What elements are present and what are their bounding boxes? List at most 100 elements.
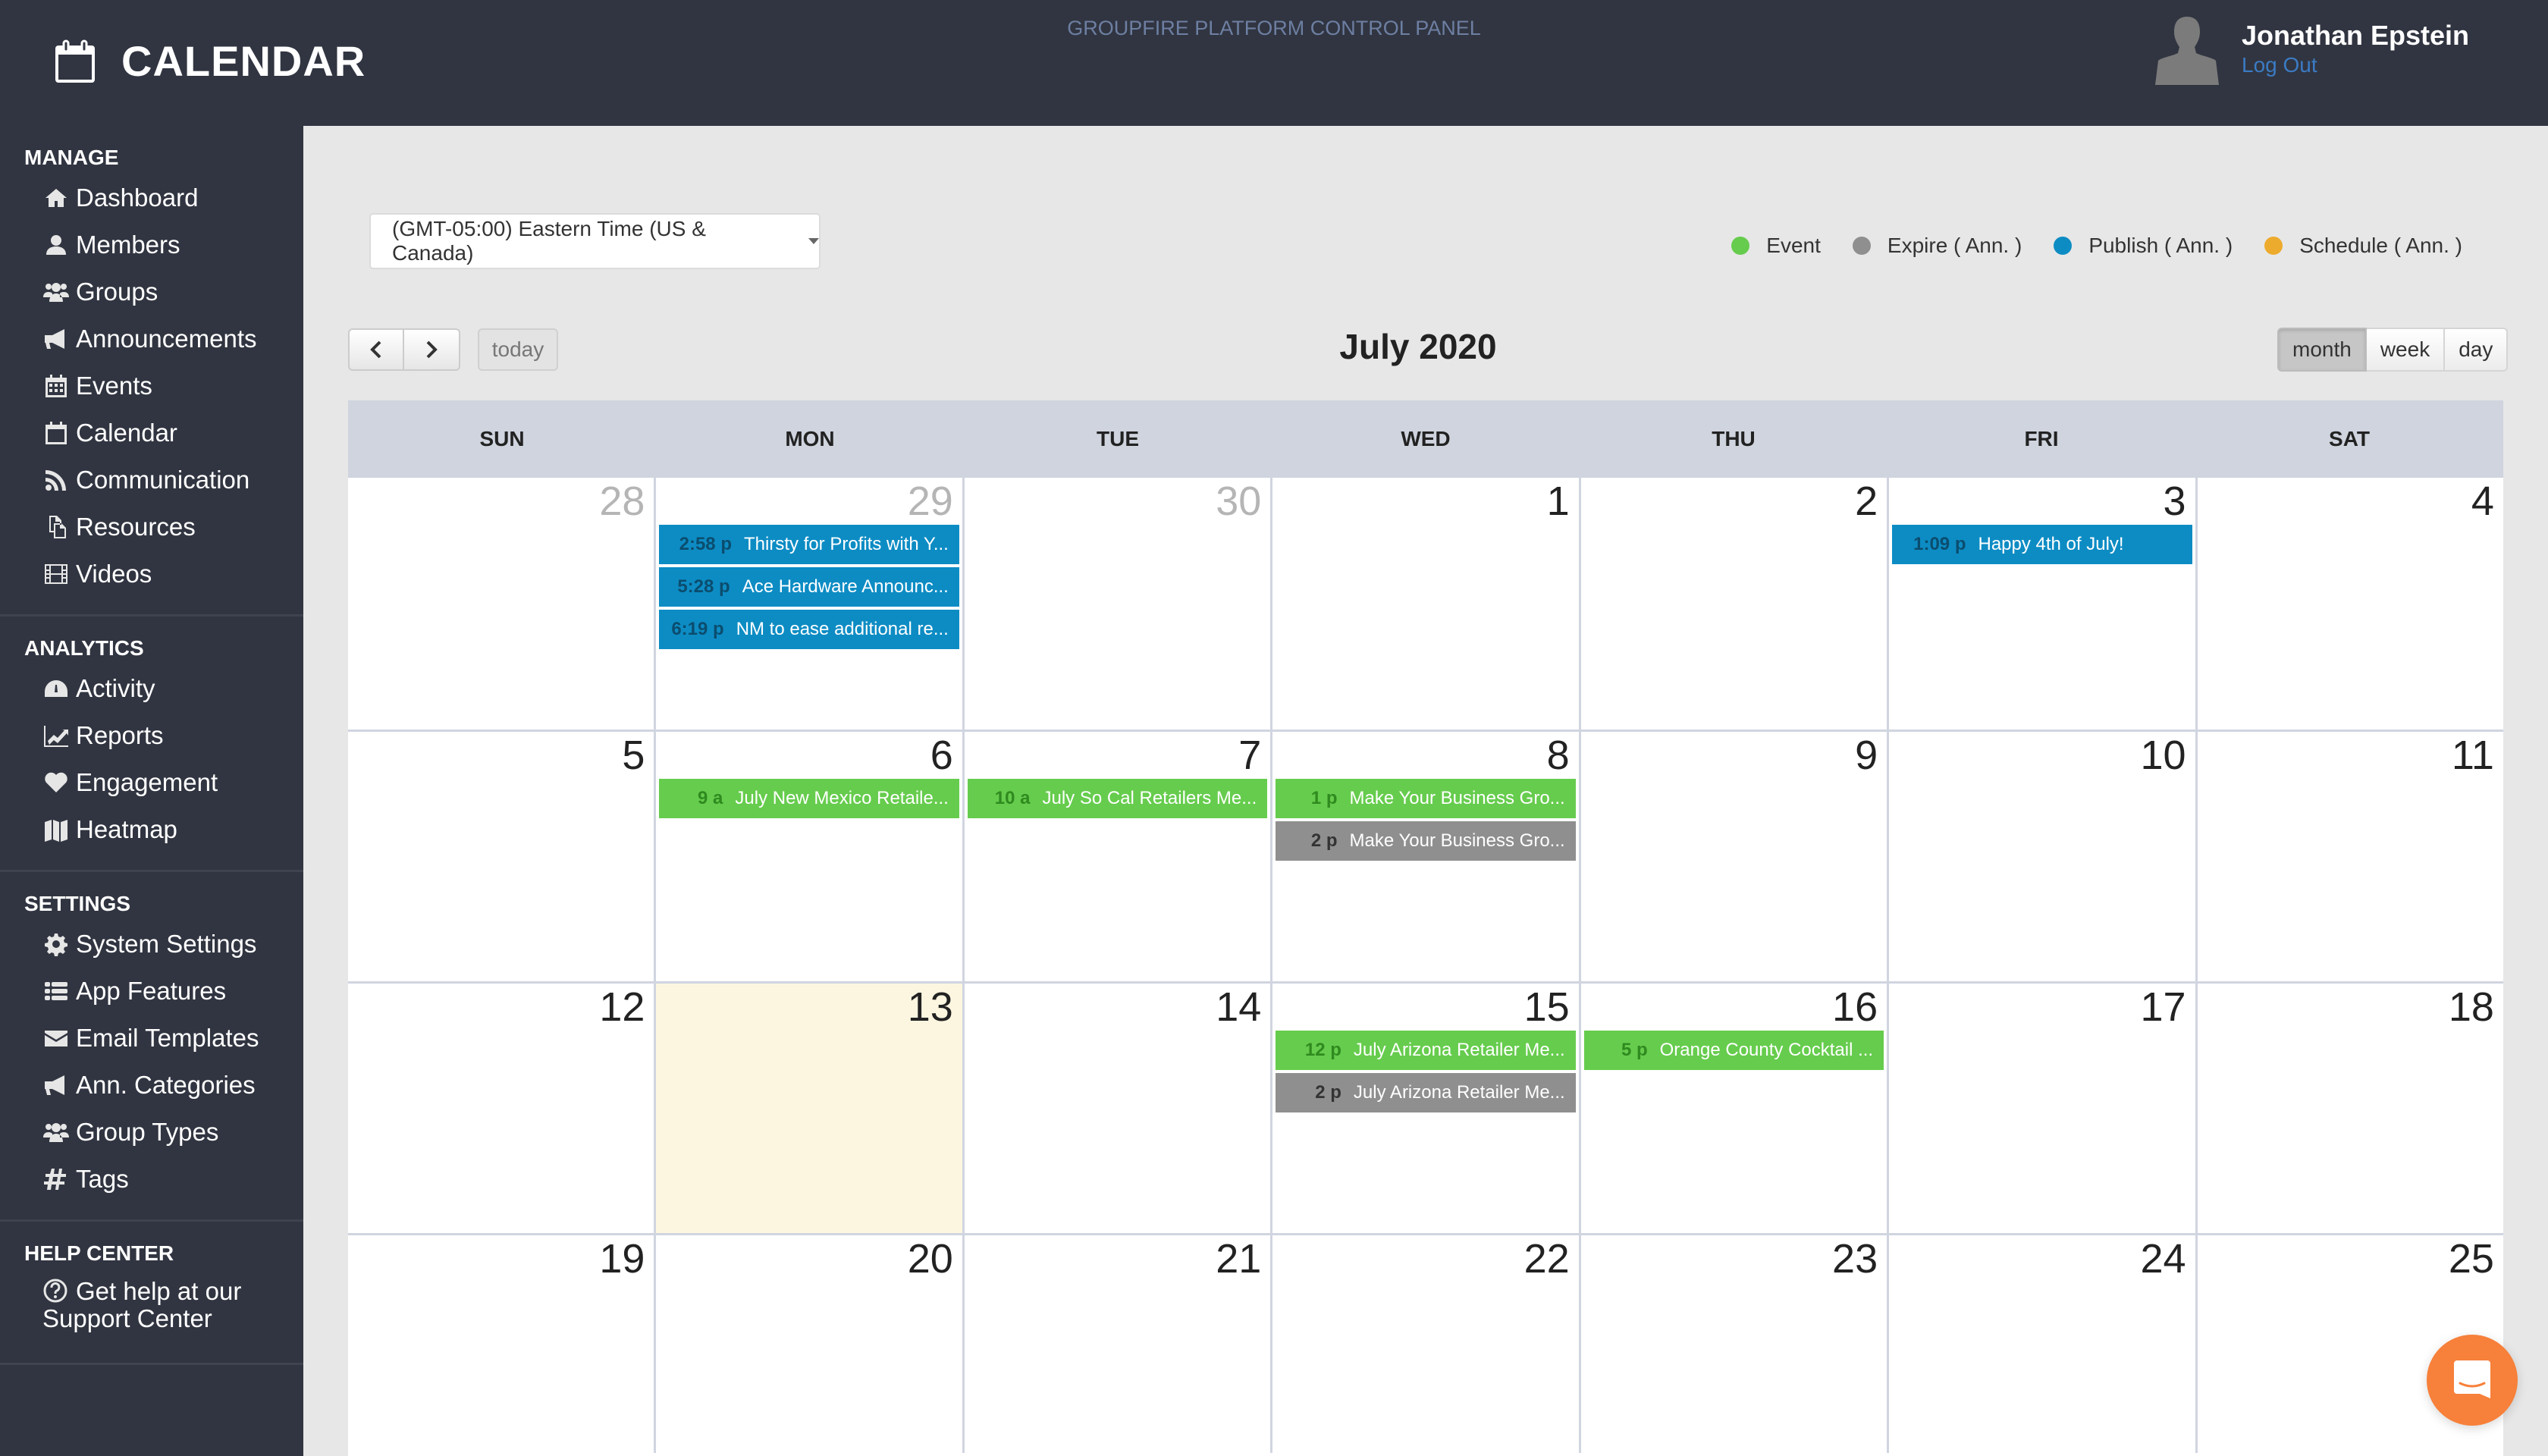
chevron-right-icon (426, 340, 438, 359)
day-cell[interactable]: 7 10 a July So Cal Retailers Me... (962, 732, 1270, 981)
chevron-down-icon (808, 238, 819, 244)
sidebar-section-manage: MANAGE Dashboard Members Groups Announce… (0, 126, 303, 617)
event-time: 5 p (1621, 1040, 1648, 1060)
sidebar-item-communication[interactable]: Communication (0, 457, 303, 504)
sidebar-item-tags[interactable]: Tags (0, 1156, 303, 1203)
day-number: 2 (1855, 479, 1878, 524)
calendar-event[interactable]: 6:19 p NM to ease additional re... (659, 610, 959, 649)
calendar-event[interactable]: 2 p Make Your Business Gro... (1276, 821, 1576, 861)
day-cell[interactable]: 23 (1578, 1235, 1887, 1453)
sidebar-item-ann-categories[interactable]: Ann. Categories (0, 1062, 303, 1109)
week-row: 19 20 21 22 23 24 25 (348, 1233, 2503, 1453)
next-month-button[interactable] (404, 328, 460, 371)
sidebar-item-events[interactable]: Events (0, 362, 303, 410)
sidebar-item-engagement[interactable]: Engagement (0, 759, 303, 806)
sidebar-item-videos[interactable]: Videos (0, 551, 303, 598)
day-number: 25 (2448, 1236, 2494, 1282)
day-cell[interactable]: 30 (962, 478, 1270, 730)
month-grid: SUN MON TUE WED THU FRI SAT 28 29 2:58 p Th… (348, 400, 2503, 1456)
calendar-event[interactable]: 2 p July Arizona Retailer Me... (1276, 1073, 1576, 1112)
day-number: 29 (907, 479, 953, 524)
today-button[interactable]: today (478, 328, 558, 371)
day-cell[interactable]: 21 (962, 1235, 1270, 1453)
sidebar-item-app-features[interactable]: App Features (0, 968, 303, 1015)
day-cell[interactable]: 4 (2195, 478, 2503, 730)
sidebar-item-heatmap[interactable]: Heatmap (0, 806, 303, 853)
sidebar-item-activity[interactable]: Activity (0, 665, 303, 712)
sidebar-item-label: App Features (76, 977, 227, 1005)
event-time: 2:58 p (679, 534, 732, 554)
question-circle-icon (43, 1279, 67, 1303)
calendar-event[interactable]: 5 p Orange County Cocktail ... (1583, 1031, 1884, 1070)
timezone-select[interactable]: (GMT-05:00) Eastern Time (US & Canada) (369, 213, 821, 269)
day-cell[interactable]: 12 (348, 984, 654, 1233)
day-cell[interactable]: 29 2:58 p Thirsty for Profits with Y... 5:2… (654, 478, 962, 730)
day-cell[interactable]: 9 (1578, 732, 1887, 981)
day-cell[interactable]: 10 (1887, 732, 2195, 981)
platform-label: GROUPFIRE PLATFORM CONTROL PANEL (1067, 17, 1481, 39)
calendar-event[interactable]: 12 p July Arizona Retailer Me... (1276, 1031, 1576, 1070)
prev-month-button[interactable] (348, 328, 404, 371)
day-cell[interactable]: 17 (1887, 984, 2195, 1233)
day-cell[interactable]: 19 (348, 1235, 654, 1453)
day-number: 22 (1523, 1236, 1570, 1282)
view-month-button[interactable]: month (2277, 328, 2367, 372)
support-center-link[interactable]: Get help at our Support Center (0, 1270, 303, 1332)
day-cell[interactable]: 18 (2195, 984, 2503, 1233)
sidebar-item-calendar[interactable]: Calendar (0, 410, 303, 457)
day-cell[interactable]: 14 (962, 984, 1270, 1233)
calendar-grid-icon (42, 372, 70, 400)
calendar-event[interactable]: 1 p Make Your Business Gro... (1276, 779, 1576, 818)
day-cell[interactable]: 13 (654, 984, 962, 1233)
sidebar-item-members[interactable]: Members (0, 221, 303, 268)
calendar-event[interactable]: 5:28 p Ace Hardware Announc... (659, 567, 959, 607)
weekday-label: THU (1712, 427, 1756, 450)
day-cell[interactable]: 1 (1270, 478, 1578, 730)
day-cell[interactable]: 6 9 a July New Mexico Retaile... (654, 732, 962, 981)
day-cell[interactable]: 22 (1270, 1235, 1578, 1453)
day-number: 5 (622, 733, 645, 778)
view-week-button[interactable]: week (2366, 328, 2446, 372)
day-cell[interactable]: 16 5 p Orange County Cocktail ... (1578, 984, 1887, 1233)
sidebar-item-email-templates[interactable]: Email Templates (0, 1015, 303, 1062)
logout-link[interactable]: Log Out (2242, 53, 2469, 77)
sidebar-item-label: Resources (76, 513, 196, 541)
day-number: 12 (599, 984, 645, 1030)
calendar-event[interactable]: 2:58 p Thirsty for Profits with Y... (659, 525, 959, 564)
sidebar-item-dashboard[interactable]: Dashboard (0, 174, 303, 221)
view-day-button[interactable]: day (2445, 328, 2509, 372)
sidebar-item-label: Tags (76, 1165, 129, 1193)
users-icon (42, 278, 70, 306)
sidebar-item-system-settings[interactable]: System Settings (0, 921, 303, 968)
day-cell[interactable]: 15 12 p July Arizona Retailer Me... 2 p July… (1270, 984, 1578, 1233)
user-name: Jonathan Epstein (2242, 20, 2470, 51)
sidebar-item-reports[interactable]: Reports (0, 712, 303, 759)
film-icon (42, 560, 70, 588)
day-cell[interactable]: 24 (1887, 1235, 2195, 1453)
day-cell[interactable]: 8 1 p Make Your Business Gro... 2 p Make You… (1270, 732, 1578, 981)
calendar-event[interactable]: 10 a July So Cal Retailers Me... (967, 779, 1268, 818)
day-number: 15 (1523, 984, 1570, 1030)
calendar-event[interactable]: 9 a July New Mexico Retaile... (659, 779, 959, 818)
calendar-event[interactable]: 1:09 p Happy 4th of July! (1892, 525, 2192, 564)
day-cell[interactable]: 5 (348, 732, 654, 981)
sidebar-item-announcements[interactable]: Announcements (0, 315, 303, 362)
day-cell[interactable]: 2 (1578, 478, 1887, 730)
legend-label: Event (1766, 234, 1821, 257)
day-cell[interactable]: 20 (654, 1235, 962, 1453)
day-cell[interactable]: 3 1:09 p Happy 4th of July! (1887, 478, 2195, 730)
chat-widget-button[interactable] (2427, 1335, 2518, 1426)
sidebar-item-group-types[interactable]: Group Types (0, 1109, 303, 1156)
event-title: Ace Hardware Announc... (742, 576, 949, 597)
legend-item-event: Event (1731, 234, 1821, 258)
day-cell[interactable]: 28 (348, 478, 654, 730)
day-cell[interactable]: 11 (2195, 732, 2503, 981)
sidebar-item-resources[interactable]: Resources (0, 504, 303, 551)
sidebar-item-groups[interactable]: Groups (0, 268, 303, 315)
section-title: MANAGE (24, 146, 119, 169)
event-title: NM to ease additional re... (736, 619, 949, 639)
user-icon (42, 231, 70, 259)
day-number: 3 (2163, 479, 2186, 524)
calendar-nav (348, 328, 460, 371)
event-title: Happy 4th of July! (1978, 534, 2124, 554)
